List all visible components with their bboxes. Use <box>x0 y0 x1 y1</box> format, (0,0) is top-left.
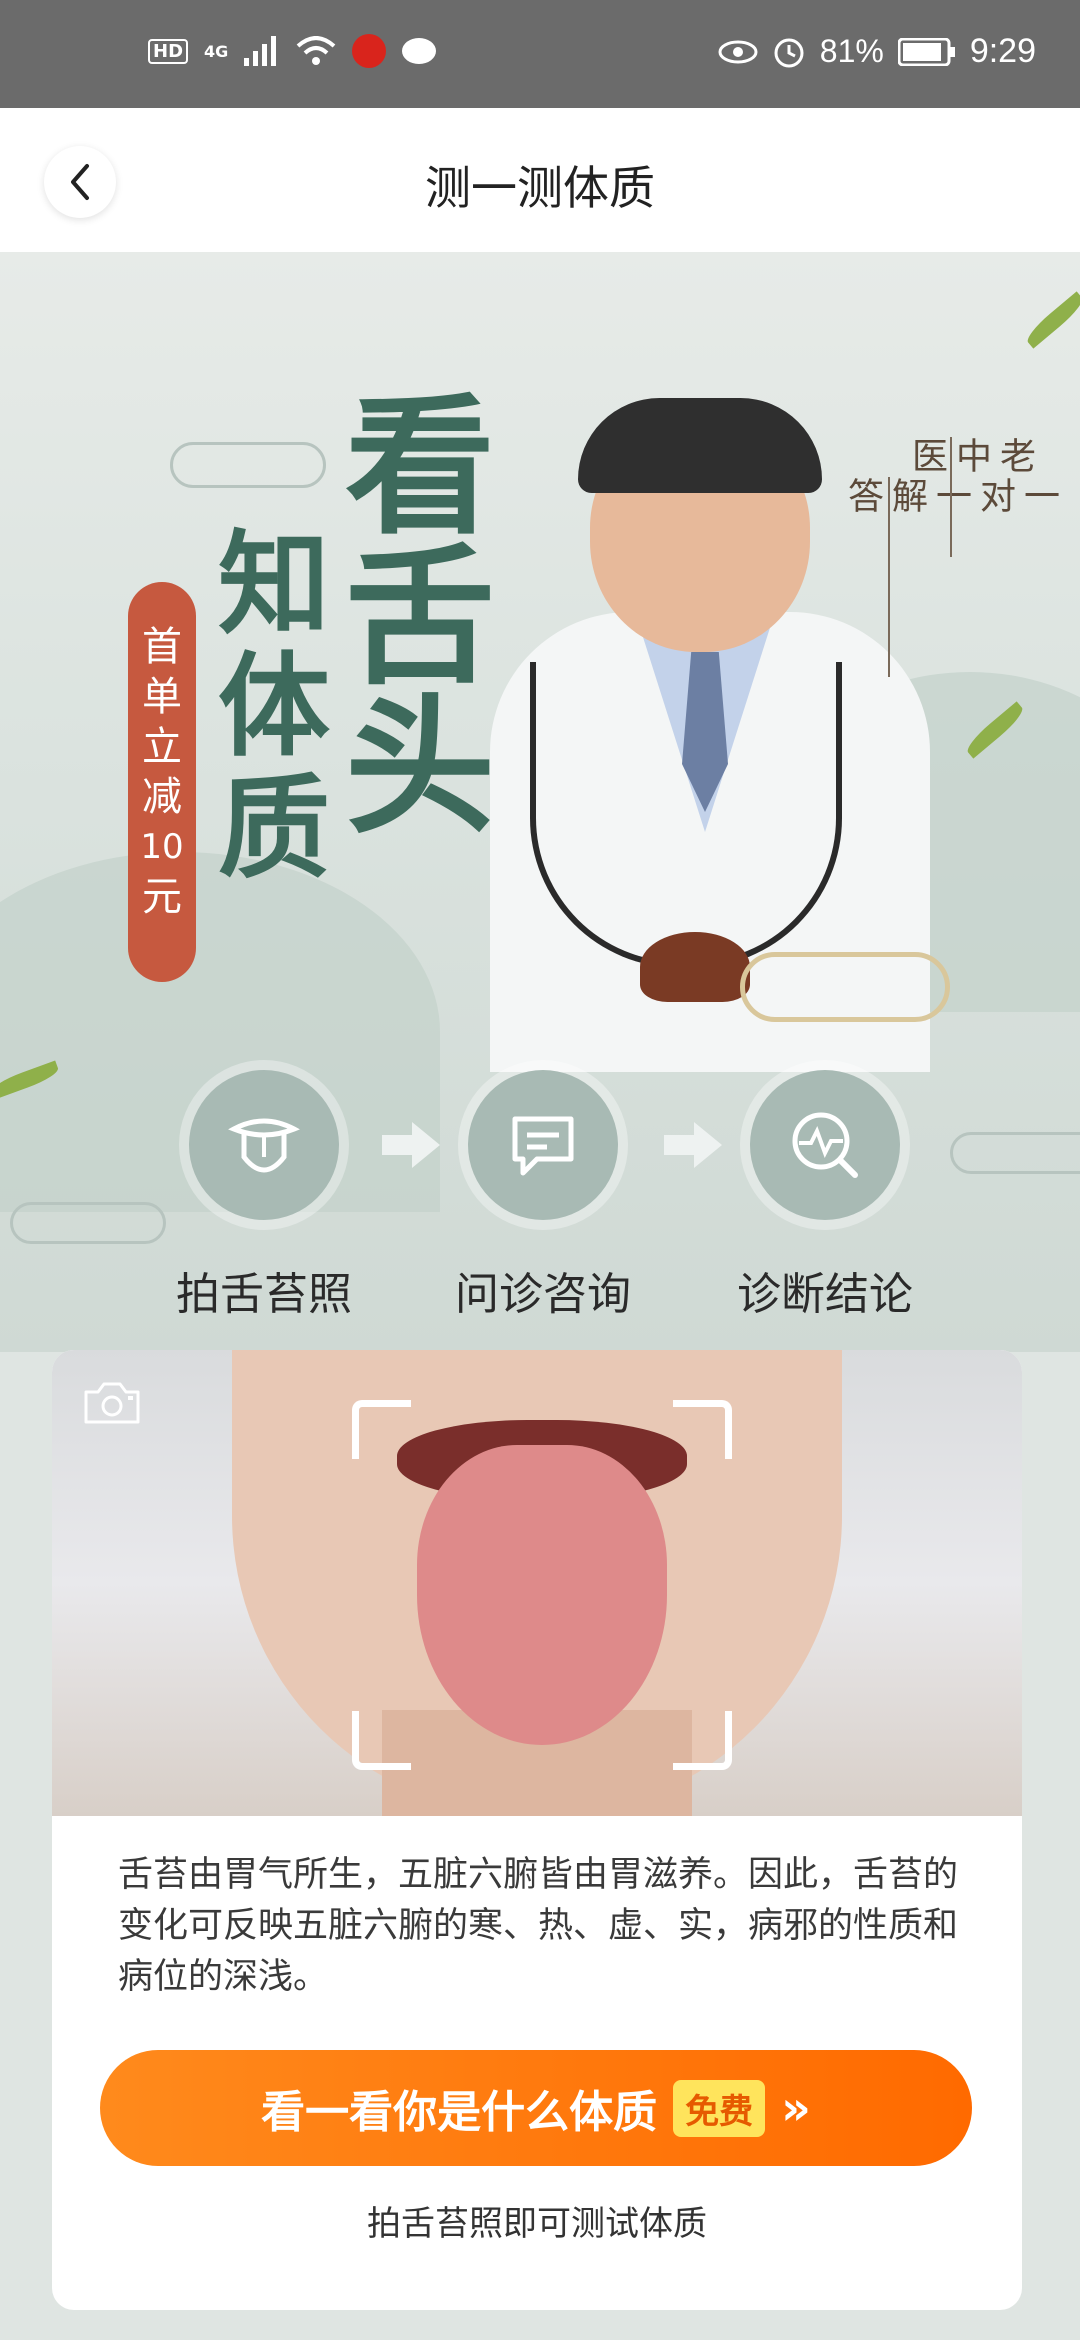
status-bar: HD 4G 81% 9:29 <box>0 0 1080 108</box>
tongue-icon <box>228 1118 300 1173</box>
tongue-description: 舌苔由胃气所生，五脏六腑皆由胃滋养。因此，舌苔的变化可反映五脏六腑的寒、热、虚、… <box>118 1855 959 1997</box>
step-take-photo: 拍舌苔照 <box>164 1070 364 1322</box>
wifi-icon <box>296 36 336 65</box>
promo-char: 首 <box>142 624 182 670</box>
step-badge <box>468 1070 618 1220</box>
banner-title-main: 看舌头 <box>345 379 496 855</box>
step-consultation: 问诊咨询 <box>443 1070 643 1322</box>
app-header: 测一测体质 <box>0 108 1080 252</box>
lingzhi-decoration <box>640 932 750 1002</box>
step-badge <box>750 1070 900 1220</box>
chat-icon <box>512 1116 574 1176</box>
step-label: 诊断结论 <box>737 1269 913 1320</box>
arrow-right-icon <box>664 1122 722 1168</box>
promo-char: 元 <box>142 874 182 920</box>
cloud-swirl-decoration <box>950 1132 1080 1174</box>
arrow-right-icon <box>382 1122 440 1168</box>
status-left: HD 4G <box>148 34 437 68</box>
test-constitution-button[interactable]: 看一看你是什么体质 免费 » <box>100 2050 972 2166</box>
step-label: 拍舌苔照 <box>176 1269 352 1320</box>
auspicious-cloud-decoration <box>740 952 950 1022</box>
cta-subtext: 拍舌苔照即可测试体质 <box>367 2204 707 2244</box>
camera-icon[interactable] <box>82 1380 142 1426</box>
hd-icon: HD <box>148 38 189 64</box>
leaf-decoration <box>1023 291 1080 349</box>
status-right: 81% 9:29 <box>718 32 1036 71</box>
tongue-sample-photo[interactable] <box>52 1350 1022 1816</box>
double-chevron-right-icon: » <box>781 2081 811 2135</box>
battery-percent: 81% <box>819 33 884 69</box>
free-badge: 免费 <box>673 2079 766 2137</box>
banner-title-sub: 知体质 <box>218 519 330 894</box>
page-title: 测一测体质 <box>425 161 655 215</box>
step-diagnosis: 诊断结论 <box>725 1070 925 1322</box>
promo-char: 立 <box>142 724 182 770</box>
eye-icon <box>718 40 758 63</box>
scan-frame <box>352 1400 732 1770</box>
caption-top: 老中医 <box>906 437 1035 473</box>
promo-discount-tag[interactable]: 首 单 立 减 10 元 <box>128 582 196 982</box>
cloud-swirl-decoration <box>170 442 326 488</box>
message-icon <box>402 38 437 64</box>
step-label: 问诊咨询 <box>455 1269 631 1320</box>
alarm-icon <box>774 38 804 67</box>
network-type: 4G <box>204 41 229 61</box>
tongue-test-card: 舌苔由胃气所生，五脏六腑皆由胃滋养。因此，舌苔的变化可反映五脏六腑的寒、热、虚、… <box>52 1350 1022 2310</box>
cloud-swirl-decoration <box>10 1202 166 1244</box>
signal-icon <box>244 36 277 66</box>
diagnosis-icon <box>792 1112 858 1178</box>
promo-char: 减 <box>142 774 182 820</box>
step-badge <box>189 1070 339 1220</box>
promo-char: 10 <box>140 827 184 867</box>
cta-label: 看一看你是什么体质 <box>261 2087 658 2138</box>
battery-icon <box>897 37 955 66</box>
clock: 9:29 <box>969 32 1036 70</box>
app-notification-icon <box>352 34 387 68</box>
promo-char: 单 <box>142 674 182 720</box>
